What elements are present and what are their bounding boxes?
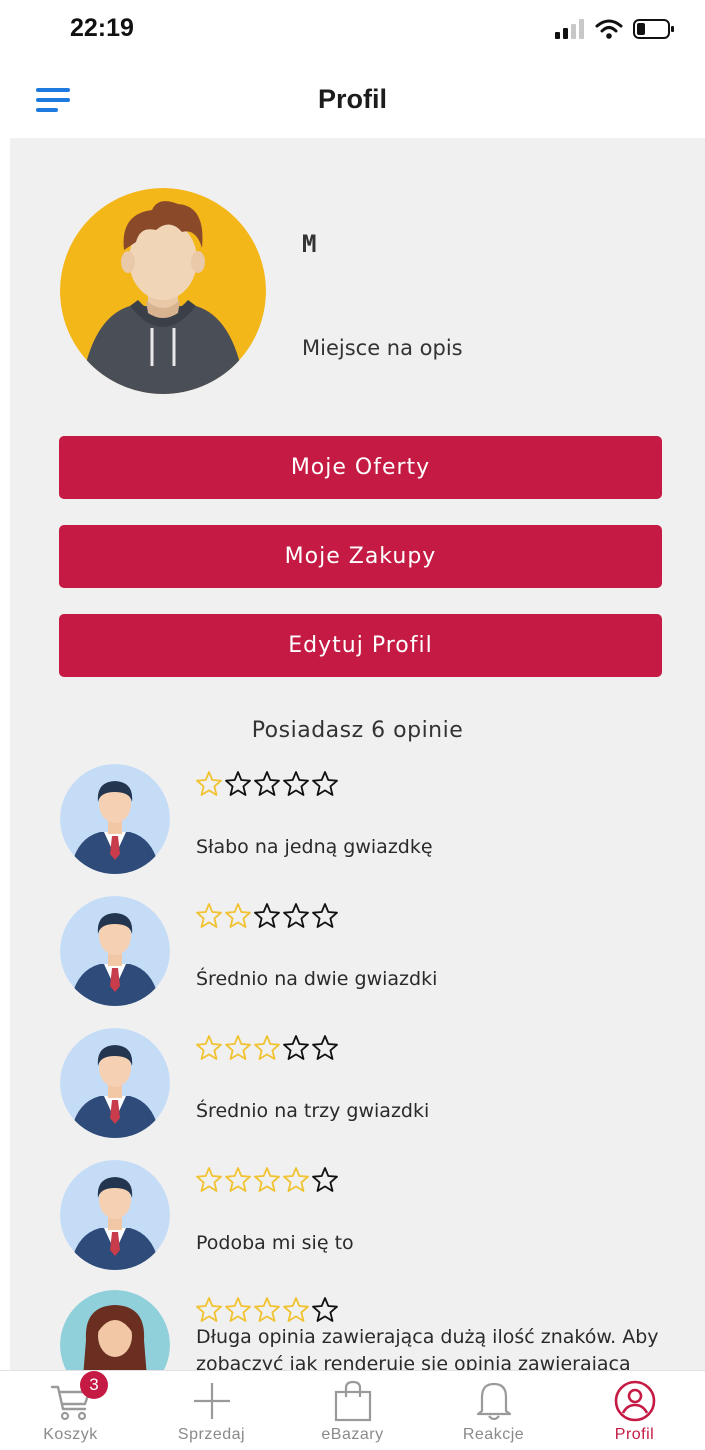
profile-icon — [614, 1380, 655, 1422]
avatar-man-suit-icon — [60, 764, 170, 874]
tab-label: Sprzedaj — [177, 1426, 246, 1443]
star-empty-icon — [312, 1167, 338, 1192]
review-text: Średnio na dwie gwiazdki — [196, 968, 438, 990]
star-filled-icon — [254, 1035, 280, 1060]
tab-label: Profil — [614, 1426, 655, 1443]
review-item: Słabo na jedną gwiazdkę — [60, 764, 680, 884]
avatar-man-suit-icon — [60, 896, 170, 1006]
tab-koszyk[interactable]: 3 Koszyk — [0, 1371, 141, 1450]
profile-name: M — [302, 230, 317, 258]
star-empty-icon — [254, 771, 280, 796]
signal-icon — [555, 19, 584, 39]
star-filled-icon — [196, 1167, 222, 1192]
star-filled-icon — [225, 903, 251, 928]
battery-icon — [633, 19, 674, 39]
bell-icon — [476, 1382, 511, 1421]
star-empty-icon — [283, 903, 309, 928]
profile-description: Miejsce na opis — [302, 336, 463, 360]
avatar-man-suit-icon — [60, 1028, 170, 1138]
tab-ebazary[interactable]: eBazary — [282, 1371, 423, 1450]
star-empty-icon — [312, 1035, 338, 1060]
status-time: 22:19 — [70, 14, 134, 42]
reviewer-avatar — [60, 896, 170, 1006]
star-empty-icon — [312, 1297, 338, 1322]
nav-bar: Profil — [0, 62, 705, 138]
star-empty-icon — [283, 1035, 309, 1060]
profile-avatar — [60, 188, 266, 394]
reviewer-avatar — [60, 764, 170, 874]
reviews-count: Posiadasz 6 opinie — [251, 718, 464, 743]
star-filled-icon — [196, 1297, 222, 1322]
review-item: Średnio na trzy gwiazdki — [60, 1028, 680, 1148]
star-filled-icon — [283, 1297, 309, 1322]
review-item: Podoba mi się to — [60, 1160, 680, 1280]
edit-profile-button[interactable]: Edytuj Profil — [59, 614, 662, 677]
my-offers-button[interactable]: Moje Oferty — [59, 436, 662, 499]
star-filled-icon — [225, 1035, 251, 1060]
star-empty-icon — [312, 903, 338, 928]
review-rating — [195, 902, 339, 930]
tab-bar: 3 Koszyk Sprzedaj eBazary Reakcje Profil — [0, 1370, 705, 1450]
star-filled-icon — [225, 1167, 251, 1192]
tab-label: Koszyk — [43, 1426, 98, 1443]
tab-label: eBazary — [321, 1426, 384, 1443]
status-icons — [555, 18, 675, 40]
avatar-man-hoodie-icon — [60, 188, 266, 394]
page-title: Profil — [317, 84, 387, 114]
review-rating — [195, 1166, 339, 1194]
review-rating — [195, 1034, 339, 1062]
star-filled-icon — [283, 1167, 309, 1192]
review-text: Podoba mi się to — [196, 1232, 354, 1254]
avatar-man-suit-icon — [60, 1160, 170, 1270]
profile-content[interactable]: M Miejsce na opis Moje Oferty Moje Zakup… — [10, 138, 705, 1370]
shopping-bag-icon — [334, 1380, 371, 1422]
star-filled-icon — [225, 1297, 251, 1322]
star-empty-icon — [254, 903, 280, 928]
status-bar: 22:19 — [0, 0, 705, 62]
star-filled-icon — [196, 903, 222, 928]
tab-reakcje[interactable]: Reakcje — [423, 1371, 564, 1450]
review-item: Średnio na dwie gwiazdki — [60, 896, 680, 1016]
star-filled-icon — [196, 1035, 222, 1060]
star-filled-icon — [254, 1297, 280, 1322]
review-rating — [195, 1296, 339, 1324]
tab-profil[interactable]: Profil — [564, 1371, 705, 1450]
star-filled-icon — [196, 771, 222, 796]
tab-sprzedaj[interactable]: Sprzedaj — [141, 1371, 282, 1450]
review-text: Średnio na trzy gwiazdki — [196, 1100, 430, 1122]
plus-icon — [193, 1383, 230, 1419]
review-rating — [195, 770, 339, 798]
avatar-woman-icon — [60, 1290, 170, 1370]
star-filled-icon — [254, 1167, 280, 1192]
star-empty-icon — [312, 771, 338, 796]
review-item: Długa opinia zawierająca dużą ilość znak… — [60, 1290, 680, 1370]
reviewer-avatar — [60, 1028, 170, 1138]
review-text: Słabo na jedną gwiazdkę — [196, 836, 433, 858]
tab-label: Reakcje — [462, 1426, 525, 1443]
star-empty-icon — [283, 771, 309, 796]
my-purchases-button[interactable]: Moje Zakupy — [59, 525, 662, 588]
reviewer-avatar — [60, 1160, 170, 1270]
reviewer-avatar — [60, 1290, 170, 1370]
review-text: Długa opinia zawierająca dużą ilość znak… — [196, 1326, 659, 1370]
star-empty-icon — [225, 771, 251, 796]
wifi-icon — [595, 19, 623, 39]
cart-badge: 3 — [80, 1371, 108, 1399]
